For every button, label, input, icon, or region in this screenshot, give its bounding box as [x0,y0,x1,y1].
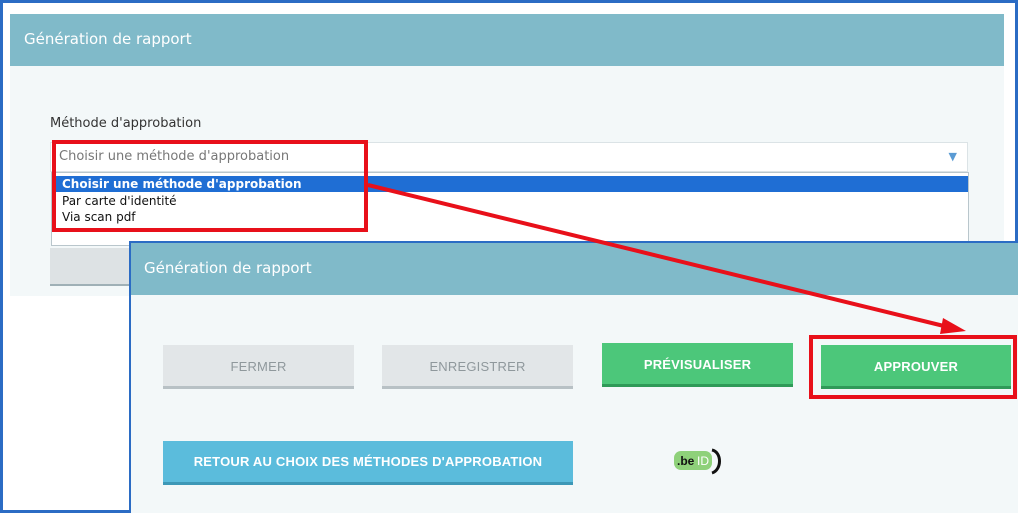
panel-header: Génération de rapport [131,243,1018,295]
svg-text:.be: .be [677,454,695,468]
svg-text:ID: ID [697,454,709,468]
beid-logo-icon[interactable]: .be ID [672,446,728,476]
save-button[interactable]: ENREGISTRER [382,345,573,389]
partially-hidden-button[interactable] [50,248,130,286]
chevron-down-icon[interactable]: ▼ [949,150,957,163]
close-button[interactable]: FERMER [163,345,354,389]
panel-header: Génération de rapport [10,14,1004,66]
approval-method-label: Méthode d'approbation [50,116,202,131]
panel-title: Génération de rapport [24,30,192,48]
approve-highlight-box [809,335,1017,399]
back-to-methods-button[interactable]: RETOUR AU CHOIX DES MÉTHODES D'APPROBATI… [163,441,573,485]
panel-title: Génération de rapport [144,259,312,277]
dropdown-highlight-box [52,140,368,232]
preview-button[interactable]: PRÉVISUALISER [602,343,793,387]
